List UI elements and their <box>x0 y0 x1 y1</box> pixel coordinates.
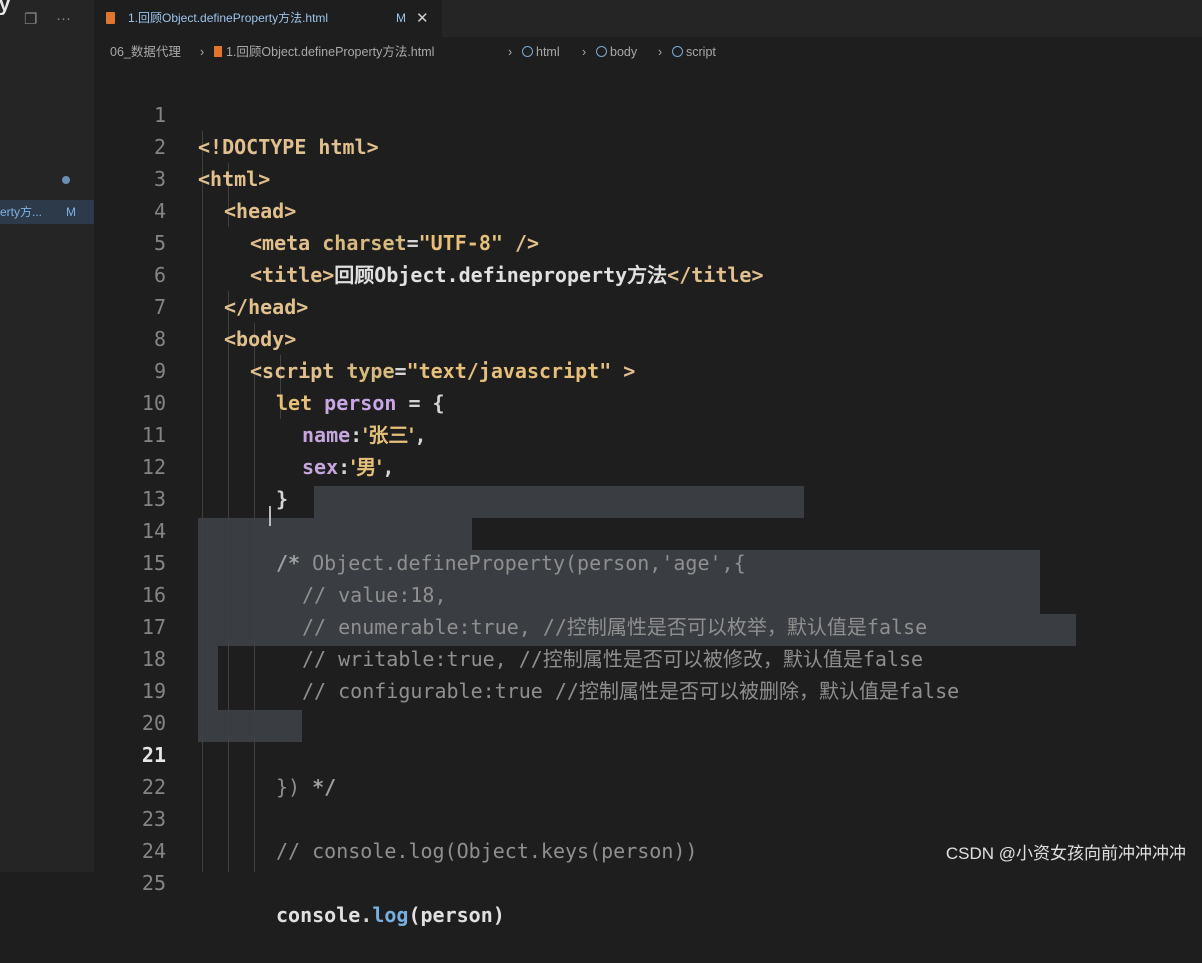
code-token: log <box>372 903 409 927</box>
tab-bar: 1.回顾Object.defineProperty方法.html M ✕ <box>94 0 1202 37</box>
breadcrumb-html[interactable]: html <box>522 37 560 67</box>
chevron-right-icon: › <box>200 45 205 59</box>
chevron-right-icon: › <box>508 45 513 59</box>
code-line: 17 // writable:true, //控制属性是否可以被修改，默认值是f… <box>94 579 1202 671</box>
code-line: 2 <html> <box>94 99 1202 191</box>
html-file-icon <box>214 46 222 57</box>
code-line: 16 // enumerable:true, //控制属性是否可以枚举，默认值是… <box>94 547 1202 639</box>
close-icon[interactable]: ✕ <box>416 0 429 37</box>
code-line: 1 <!DOCTYPE html> <box>94 67 1202 159</box>
code-line: 11 sex:'男', <box>94 387 1202 479</box>
code-token: (person) <box>408 903 505 927</box>
code-line: 20 <box>94 675 1202 735</box>
code-line: 18 // configurable:true //控制属性是否可以被删除，默认… <box>94 611 1202 703</box>
html-file-icon <box>106 12 115 24</box>
code-line: 6 </head> <box>94 227 1202 319</box>
modified-dot-icon <box>62 176 70 184</box>
code-line: 10 name:'张三', <box>94 355 1202 447</box>
code-line: 14 /* Object.defineProperty(person,'age'… <box>94 483 1202 575</box>
breadcrumb-body-label: body <box>610 45 638 59</box>
more-icon[interactable]: ··· <box>56 10 71 27</box>
explorer-file-label: erty方... <box>0 205 43 219</box>
code-line: 22 <box>94 739 1202 799</box>
breadcrumb-file-label: 1.回顾Object.defineProperty方法.html <box>226 45 435 59</box>
tab-modified-badge: M <box>396 11 406 25</box>
breadcrumb-html-label: html <box>536 45 560 59</box>
watermark: CSDN @小资女孩向前冲冲冲冲 <box>945 844 1186 863</box>
breadcrumb-body[interactable]: body <box>596 37 637 67</box>
explorer-file-item[interactable]: erty方... M <box>0 200 94 224</box>
breadcrumb-script-label: script <box>686 45 716 59</box>
code-line: 24 <box>94 803 1202 863</box>
chevron-right-icon: › <box>658 45 663 59</box>
code-editor[interactable]: 1 <!DOCTYPE html> 2 <html> 3 <head> 4 <m… <box>94 67 1202 927</box>
code-line: 7 <body> <box>94 259 1202 351</box>
code-line: 8 <script type="text/javascript" > <box>94 291 1202 383</box>
editor-tab[interactable]: 1.回顾Object.defineProperty方法.html M ✕ <box>94 0 442 37</box>
chevron-right-icon: › <box>582 45 587 59</box>
breadcrumb-script[interactable]: script <box>672 37 716 67</box>
explorer-file-badge: M <box>66 205 76 219</box>
code-line: 19 <box>94 643 1202 703</box>
tab-label: 1.回顾Object.defineProperty方法.html <box>128 11 329 25</box>
code-line: 9 let person = { <box>94 323 1202 415</box>
symbol-icon <box>522 46 533 57</box>
code-line: 15 // value:18, <box>94 515 1202 607</box>
code-line: 23 // console.log(Object.keys(person)) <box>94 771 1202 863</box>
symbol-icon <box>672 46 683 57</box>
copy-icon[interactable]: ❐ <box>24 10 37 28</box>
code-line: 3 <head> <box>94 131 1202 223</box>
code-line: 4 <meta charset="UTF-8" /> <box>94 163 1202 255</box>
symbol-icon <box>596 46 607 57</box>
code-line: 13 <box>94 451 1202 511</box>
explorer-title-fragment: y <box>0 0 11 16</box>
code-token: console <box>276 903 361 927</box>
explorer-strip: y ❐ ··· erty方... M <box>0 0 94 872</box>
breadcrumb-folder[interactable]: 06_数据代理 <box>110 37 181 67</box>
code-line: 21 }) */ <box>94 707 1202 799</box>
code-token: . <box>360 903 373 927</box>
code-text: console.log(person) <box>276 899 505 931</box>
breadcrumb-file[interactable]: 1.回顾Object.defineProperty方法.html <box>214 37 434 67</box>
breadcrumb: 06_数据代理 › 1.回顾Object.defineProperty方法.ht… <box>94 37 1202 67</box>
code-line: 12 } <box>94 419 1202 511</box>
code-line: 5 <title>回顾Object.defineproperty方法</titl… <box>94 195 1202 287</box>
